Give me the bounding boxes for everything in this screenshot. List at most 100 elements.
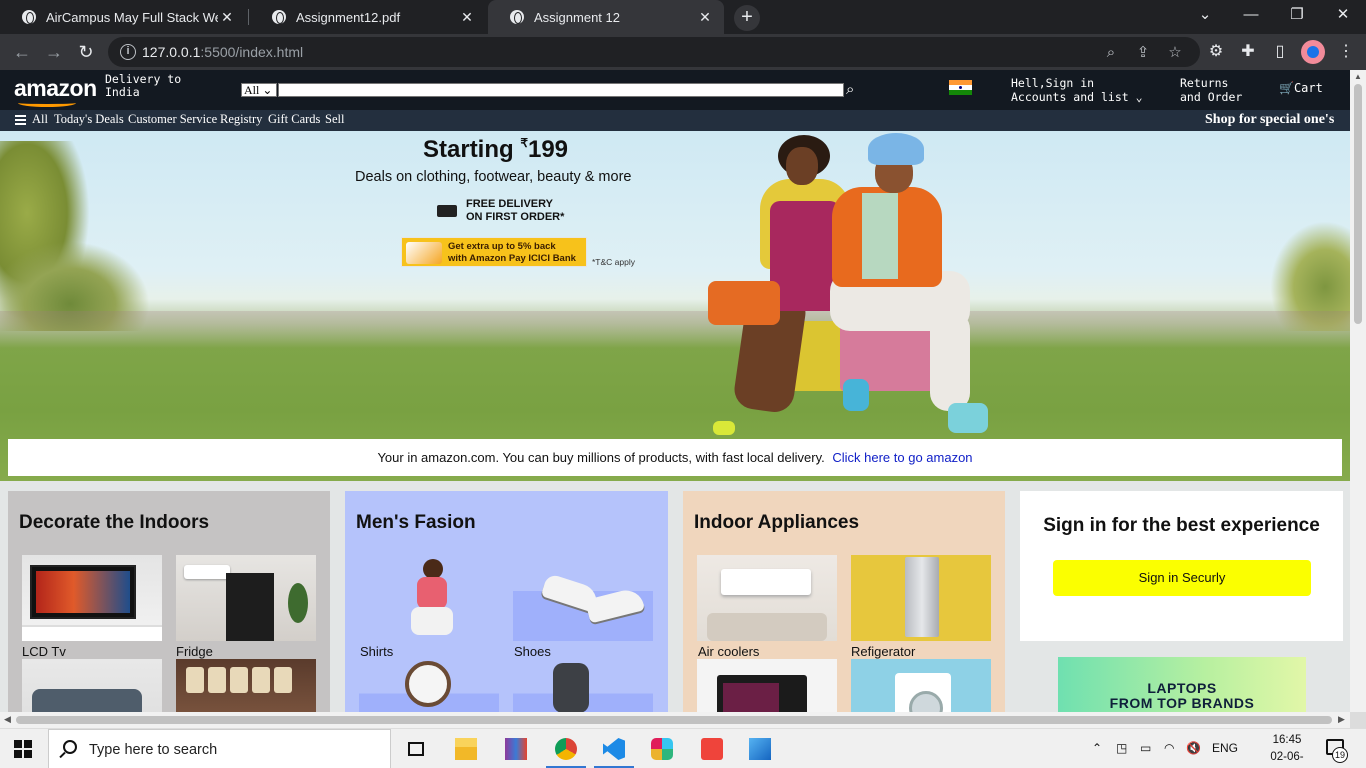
horizontal-scrollbar[interactable]: ◀ ▶: [0, 712, 1350, 728]
cart-button[interactable]: 🛒Cart: [1279, 81, 1323, 95]
hero-banner[interactable]: Starting ₹199 Deals on clothing, footwea…: [0, 131, 1350, 481]
tab-close-icon[interactable]: ✕: [218, 9, 236, 26]
card-indoor-appliances[interactable]: Indoor Appliances Air coolers Refigerato…: [683, 491, 1005, 712]
card-mens-fashion[interactable]: Men's Fasion Shirts Shoes: [345, 491, 668, 712]
item-label-shirts: Shirts: [360, 644, 394, 659]
meet-icon[interactable]: ◳: [1116, 741, 1127, 755]
watch-image[interactable]: [359, 659, 499, 712]
zoom-icon[interactable]: ⌕: [1100, 42, 1122, 64]
tab-search-icon[interactable]: ⌄: [1182, 0, 1228, 34]
menu-icon[interactable]: ⋮: [1334, 40, 1358, 64]
backpack-image[interactable]: [513, 659, 653, 712]
account-menu[interactable]: Hell,Sign in Accounts and list ⌄: [1011, 76, 1143, 104]
card-decorate-indoors[interactable]: Decorate the Indoors LCD Tv Fridge: [8, 491, 330, 712]
page-viewport: amazon Delivery to India All ⌄ ⌕ Hell,Si…: [0, 70, 1350, 712]
hamburger-icon[interactable]: [15, 115, 26, 127]
special-offer-link[interactable]: Shop for special one's: [1205, 112, 1334, 128]
shirts-image[interactable]: [359, 555, 499, 641]
chrome-icon[interactable]: [542, 729, 590, 768]
shoes-image[interactable]: [513, 555, 653, 641]
hero-title: Starting ₹199: [423, 136, 568, 164]
gear-icon[interactable]: ⚙: [1204, 40, 1228, 64]
signin-button[interactable]: Sign in Securly: [1053, 560, 1311, 596]
subnav-gift-cards[interactable]: Gift Cards: [268, 112, 320, 127]
amazon-logo[interactable]: amazon: [14, 75, 97, 102]
sidebar-icon[interactable]: ▯: [1268, 40, 1292, 64]
search-category-select[interactable]: All ⌄: [241, 83, 277, 97]
network-icon[interactable]: ◠: [1164, 741, 1174, 755]
signin-card-title: Sign in for the best experience: [1043, 515, 1320, 536]
close-window-button[interactable]: ✕: [1320, 0, 1366, 34]
anydesk-icon[interactable]: [688, 729, 736, 768]
flag-icon[interactable]: [949, 80, 972, 95]
subnav-registry[interactable]: Registry: [220, 112, 262, 127]
tab-aircampus[interactable]: AirCampus May Full Stack Web D ✕: [0, 0, 246, 34]
tab-close-icon[interactable]: ✕: [696, 9, 714, 26]
tab-assignment-pdf[interactable]: Assignment12.pdf ✕: [250, 0, 486, 34]
sofa-image[interactable]: [22, 659, 162, 712]
language-indicator[interactable]: ENG: [1212, 741, 1238, 755]
laptops-promo-banner[interactable]: LAPTOPS FROM TOP BRANDS: [1058, 657, 1306, 712]
windows-icon[interactable]: [14, 740, 32, 758]
deliver-country: India: [105, 85, 140, 99]
new-tab-button[interactable]: +: [734, 5, 760, 31]
search-input[interactable]: [278, 83, 844, 97]
task-view-button[interactable]: [392, 729, 440, 768]
offer-line1: Get extra up to 5% back: [448, 241, 556, 252]
free-delivery-text: FREE DELIVERY ON FIRST ORDER*: [466, 198, 564, 224]
go-amazon-link[interactable]: Click here to go amazon: [832, 450, 972, 465]
microwave-image[interactable]: [697, 659, 837, 712]
vertical-scrollbar[interactable]: ▲: [1350, 70, 1366, 712]
washing-machine-image[interactable]: [851, 659, 991, 712]
cart-icon: 🛒: [1279, 81, 1294, 95]
vscode-icon[interactable]: [590, 729, 638, 768]
address-bar[interactable]: i 127.0.0.1:5500/index.html ⌕ ⇪ ☆: [108, 37, 1200, 67]
fridge-image[interactable]: [176, 555, 316, 641]
tab-title: Assignment 12: [534, 9, 620, 25]
tab-assignment-12[interactable]: Assignment 12 ✕: [488, 0, 724, 34]
back-arrow-icon[interactable]: ←: [8, 38, 36, 66]
profile-avatar[interactable]: [1301, 40, 1325, 64]
cart-label: Cart: [1293, 81, 1323, 95]
jars-image[interactable]: [176, 659, 316, 712]
search-icon[interactable]: ⌕: [846, 81, 854, 98]
subnav-sell[interactable]: Sell: [325, 112, 344, 127]
photos-icon[interactable]: [736, 729, 784, 768]
lcd-tv-image[interactable]: [22, 555, 162, 641]
tab-title: Assignment12.pdf: [296, 9, 401, 25]
refrigerator-image[interactable]: [851, 555, 991, 641]
battery-icon[interactable]: ▭: [1140, 741, 1151, 755]
chevron-up-icon[interactable]: ⌃: [1092, 741, 1102, 755]
terms-note: *T&C apply: [592, 257, 635, 267]
clock-time: 16:45: [1272, 734, 1302, 746]
forward-arrow-icon[interactable]: →: [40, 38, 68, 66]
returns-orders[interactable]: Returns and Order: [1180, 76, 1242, 104]
slack-icon[interactable]: [638, 729, 686, 768]
taskbar-search-box[interactable]: Type here to search: [48, 729, 391, 768]
minimize-button[interactable]: —: [1228, 0, 1274, 34]
globe-icon: [22, 10, 36, 24]
subnav-customer-service[interactable]: Customer Service: [128, 112, 217, 127]
clock[interactable]: 16:45 02-06-2022: [1262, 732, 1312, 768]
url-text[interactable]: 127.0.0.1:5500/index.html: [142, 44, 303, 60]
deliver-to[interactable]: Delivery to India: [105, 73, 181, 99]
reload-icon[interactable]: ↻: [72, 38, 100, 66]
winrar-icon[interactable]: [492, 729, 540, 768]
volume-icon[interactable]: 🔇: [1186, 741, 1201, 755]
file-explorer-icon[interactable]: [442, 729, 490, 768]
info-icon[interactable]: i: [120, 44, 136, 60]
subnav-todays-deals[interactable]: Today's Deals: [54, 112, 124, 127]
tab-strip: AirCampus May Full Stack Web D ✕ Assignm…: [0, 0, 1366, 34]
restore-button[interactable]: ❐: [1274, 0, 1320, 34]
share-icon[interactable]: ⇪: [1132, 42, 1154, 64]
windows-taskbar: Type here to search ⌃ ◳ ▭ ◠ 🔇 ENG 16:45 …: [0, 728, 1366, 768]
air-cooler-image[interactable]: [697, 555, 837, 641]
star-icon[interactable]: ☆: [1164, 42, 1186, 64]
card-title: Men's Fasion: [356, 512, 476, 533]
globe-icon: [510, 10, 524, 24]
puzzle-icon[interactable]: ✚: [1236, 40, 1260, 64]
model-image: [868, 133, 924, 165]
info-bar: Your in amazon.com. You can buy millions…: [8, 439, 1342, 476]
subnav-all[interactable]: All: [32, 112, 48, 127]
tab-close-icon[interactable]: ✕: [458, 9, 476, 26]
